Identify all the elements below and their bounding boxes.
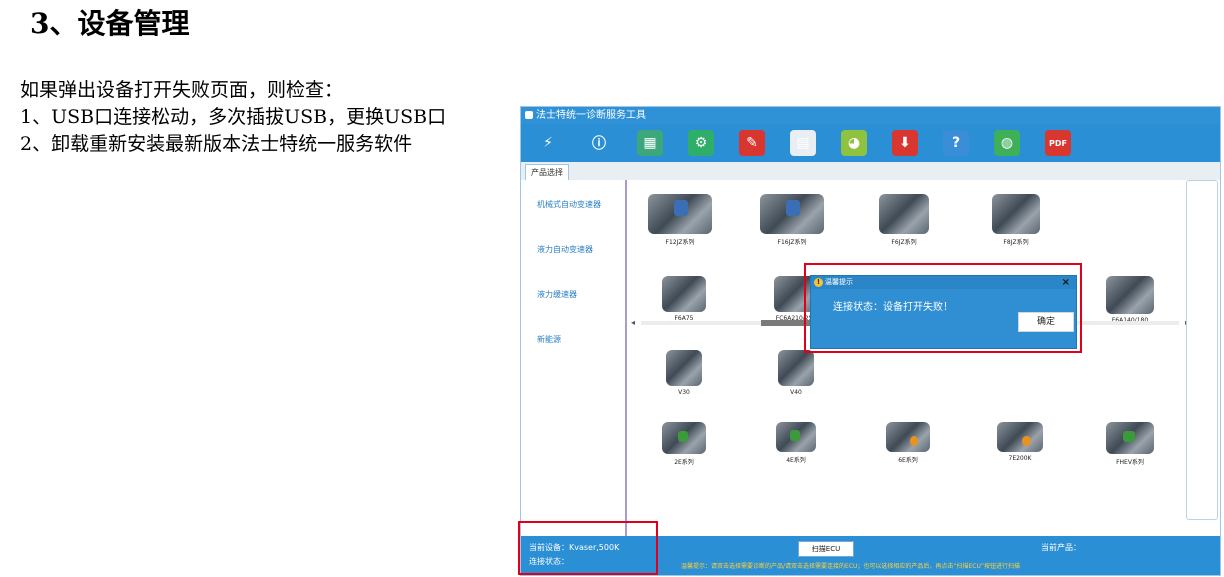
product-label: V40 bbox=[790, 389, 802, 396]
ecu-icon[interactable]: ▦ bbox=[637, 130, 663, 156]
transmission-image bbox=[992, 194, 1040, 234]
product-label: 7E200K bbox=[1008, 455, 1032, 462]
product-item[interactable]: F6A140/180 bbox=[1085, 276, 1175, 324]
scan-ecu-button[interactable]: 扫描ECU bbox=[798, 541, 854, 557]
sidebar-item-amt[interactable]: 机械式自动变速器 bbox=[537, 199, 601, 210]
product-item[interactable]: F8JZ系列 bbox=[971, 194, 1061, 246]
product-label: FHEV系列 bbox=[1116, 459, 1144, 466]
connect-icon[interactable]: ⚡ bbox=[535, 130, 561, 156]
product-item[interactable]: F16JZ系列 bbox=[747, 194, 837, 246]
product-label: F8JZ系列 bbox=[1003, 239, 1029, 246]
product-item[interactable]: FHEV系列 bbox=[1085, 422, 1175, 466]
globe-icon[interactable]: ◍ bbox=[994, 130, 1020, 156]
product-label: 2E系列 bbox=[674, 459, 694, 466]
instruction-step-2: 2、卸载重新安装最新版本法士特统一服务软件 bbox=[20, 133, 413, 155]
sidebar-item-retarder[interactable]: 液力缓速器 bbox=[537, 289, 577, 300]
pdf-icon[interactable]: PDF bbox=[1045, 130, 1071, 156]
info-icon[interactable]: ⓘ bbox=[586, 130, 612, 156]
product-item[interactable]: F12JZ系列 bbox=[635, 194, 725, 246]
instruction-intro: 如果弹出设备打开失败页面，则检查： bbox=[20, 79, 344, 101]
product-label: F16JZ系列 bbox=[777, 239, 807, 246]
transmission-image bbox=[1106, 422, 1154, 454]
help-icon[interactable]: ? bbox=[943, 130, 969, 156]
product-grid: F12JZ系列 F16JZ系列 F6JZ系列 F8JZ系列 F6A75 FC6A210/2… bbox=[627, 180, 1186, 536]
product-item[interactable]: V40 bbox=[751, 350, 841, 396]
right-panel bbox=[1186, 180, 1220, 536]
app-title: 法士特统一诊断服务工具 bbox=[536, 110, 646, 121]
transmission-image bbox=[778, 350, 814, 386]
status-icon[interactable]: ◕ bbox=[841, 130, 867, 156]
highlight-dialog-box bbox=[804, 263, 1082, 353]
product-item[interactable]: 7E200K bbox=[975, 422, 1065, 462]
product-item[interactable]: 6E系列 bbox=[863, 422, 953, 464]
highlight-status-box bbox=[518, 521, 658, 575]
transmission-image bbox=[997, 422, 1043, 452]
app-toolbar: ⚡ ⓘ ▦ ⚙ ✎ ▤ ◕ ⬇? ◍ PDF bbox=[521, 124, 1220, 162]
transmission-image bbox=[886, 422, 930, 452]
settings-icon[interactable]: ⚙ bbox=[688, 130, 714, 156]
app-titlebar: 法士特统一诊断服务工具 bbox=[521, 107, 1220, 124]
product-label: F12JZ系列 bbox=[665, 239, 695, 246]
transmission-image bbox=[662, 276, 706, 312]
transmission-image bbox=[662, 422, 706, 454]
sidebar-item-new-energy[interactable]: 新能源 bbox=[537, 334, 561, 345]
tools-icon[interactable]: ✎ bbox=[739, 130, 765, 156]
product-item[interactable]: V30 bbox=[639, 350, 729, 396]
product-item[interactable]: 4E系列 bbox=[751, 422, 841, 464]
transmission-image bbox=[648, 194, 712, 234]
transmission-image bbox=[879, 194, 929, 234]
product-label: 4E系列 bbox=[786, 457, 806, 464]
tab-product-select[interactable]: 产品选择 bbox=[525, 164, 569, 180]
document-icon[interactable]: ▤ bbox=[790, 130, 816, 156]
instruction-step-1: 1、USB口连接松动，多次插拔USB，更换USB口 bbox=[20, 106, 447, 128]
transmission-image bbox=[1106, 276, 1154, 314]
product-label: 6E系列 bbox=[898, 457, 918, 464]
transmission-image bbox=[760, 194, 824, 234]
transmission-image bbox=[776, 422, 816, 452]
product-item[interactable]: F6A75 bbox=[639, 276, 729, 322]
sidebar-item-hydraulic-at[interactable]: 液力自动变速器 bbox=[537, 244, 593, 255]
transmission-image bbox=[666, 350, 702, 386]
product-label: F6JZ系列 bbox=[891, 239, 917, 246]
download-icon[interactable]: ⬇ bbox=[892, 130, 918, 156]
product-item[interactable]: 2E系列 bbox=[639, 422, 729, 466]
tab-bar: 产品选择 bbox=[521, 162, 1220, 181]
current-product-text: 当前产品： bbox=[1041, 543, 1081, 552]
product-item[interactable]: F6JZ系列 bbox=[859, 194, 949, 246]
section-heading: 3、设备管理 bbox=[30, 7, 190, 40]
app-logo-icon bbox=[525, 111, 533, 119]
scroll-left-icon[interactable]: ◂ bbox=[631, 318, 635, 327]
right-panel-box bbox=[1186, 180, 1218, 520]
category-sidebar: 机械式自动变速器 液力自动变速器 液力缓速器 新能源 bbox=[521, 180, 627, 536]
product-label: V30 bbox=[678, 389, 690, 396]
status-hint-text: 温馨提示：请双击选择需要诊断的产品/请双击选择需要连接的ECU；也可以选择相应的… bbox=[681, 563, 1020, 570]
